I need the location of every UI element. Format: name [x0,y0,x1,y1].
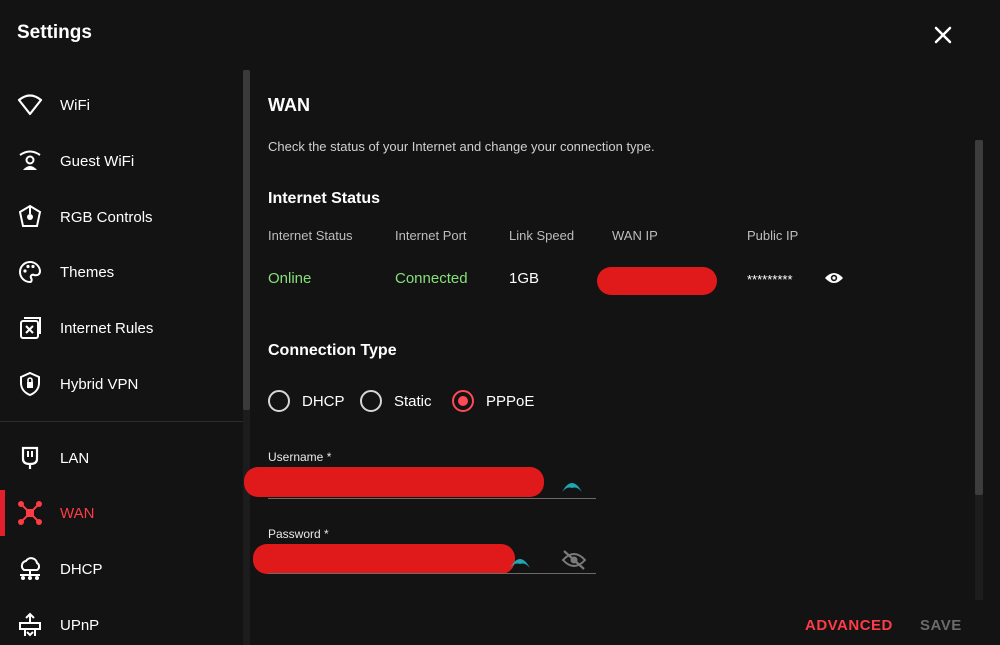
sidebar-item-guest-wifi[interactable]: Guest WiFi [0,138,243,184]
internet-port-column-header: Internet Port [395,228,467,243]
connection-type-heading: Connection Type [268,342,397,359]
upnp-icon [17,612,43,638]
sidebar-scrollbar-thumb[interactable] [243,70,250,410]
sidebar-item-label: RGB Controls [60,208,153,226]
radio-label: PPPoE [486,392,535,410]
dhcp-icon [17,556,43,582]
settings-title: Settings [17,22,92,43]
sidebar-item-label: UPnP [60,616,100,634]
internet-port-value: Connected [395,270,468,287]
public-ip-value: ********* [747,272,793,287]
radio-button-selected[interactable] [452,390,474,412]
sidebar-item-wifi[interactable]: WiFi [0,82,243,128]
radio-pppoe[interactable]: PPPoE [452,390,534,412]
close-icon[interactable] [930,22,956,48]
page-description: Check the status of your Internet and ch… [268,139,655,154]
radio-label: DHCP [302,392,345,410]
autofill-key-icon[interactable] [560,474,584,494]
sidebar-item-label: WiFi [60,96,90,114]
internet-status-value: Online [268,270,312,287]
wifi-icon [17,92,43,118]
radio-button[interactable] [268,390,290,412]
radio-dhcp[interactable]: DHCP [268,390,345,412]
sidebar-item-hybrid-vpn[interactable]: Hybrid VPN [0,361,243,407]
link-speed-value: 1GB [509,270,540,287]
sidebar-item-label: Hybrid VPN [60,375,139,393]
lan-icon [17,445,43,471]
wan-ip-redaction [597,267,717,295]
guest-wifi-icon [17,148,43,174]
sidebar-item-label: Guest WiFi [60,152,135,170]
sidebar-item-wan[interactable]: WAN [0,490,243,536]
sidebar-item-internet-rules[interactable]: Internet Rules [0,305,243,351]
toggle-password-visibility-icon[interactable] [561,549,587,571]
internet-rules-icon [17,315,43,341]
sidebar-item-dhcp[interactable]: DHCP [0,546,243,592]
internet-status-heading: Internet Status [268,190,381,207]
sidebar-item-themes[interactable]: Themes [0,249,243,295]
page-title: WAN [268,95,310,115]
shield-icon [17,371,43,397]
sidebar-item-label: Themes [60,263,115,281]
username-redaction [244,467,544,497]
internet-status-column-header: Internet Status [268,228,353,243]
wan-panel: WAN Check the status of your Internet an… [244,70,1000,645]
password-label: Password * [268,527,329,541]
username-underline [268,498,596,499]
public-ip-column-header: Public IP [747,228,799,243]
password-underline [268,573,596,574]
sidebar-item-lan[interactable]: LAN [0,435,243,481]
radio-button[interactable] [360,390,382,412]
advanced-button[interactable]: ADVANCED [805,617,893,634]
palette-icon [17,259,43,285]
main-scrollbar-thumb[interactable] [975,140,983,495]
sidebar-item-label: LAN [60,449,90,467]
save-button[interactable]: SAVE [920,617,962,634]
radio-label: Static [394,392,432,410]
sidebar-item-label: WAN [60,504,95,522]
sidebar-item-rgb-controls[interactable]: RGB Controls [0,194,243,240]
sidebar-item-label: DHCP [60,560,103,578]
link-speed-column-header: Link Speed [509,228,575,243]
sidebar: WiFi Guest WiFi RGB Controls Themes Inte… [0,70,243,645]
radio-static[interactable]: Static [360,390,432,412]
username-label: Username * [268,450,332,464]
sidebar-item-label: Internet Rules [60,319,154,337]
sidebar-divider [0,421,243,422]
wan-icon [17,500,43,526]
sidebar-item-upnp[interactable]: UPnP [0,602,243,645]
autofill-key-icon[interactable] [508,550,532,570]
show-public-ip-eye-icon[interactable] [824,271,844,285]
password-redaction [253,544,515,574]
rgb-icon [17,204,43,230]
wan-ip-column-header: WAN IP [612,228,658,243]
